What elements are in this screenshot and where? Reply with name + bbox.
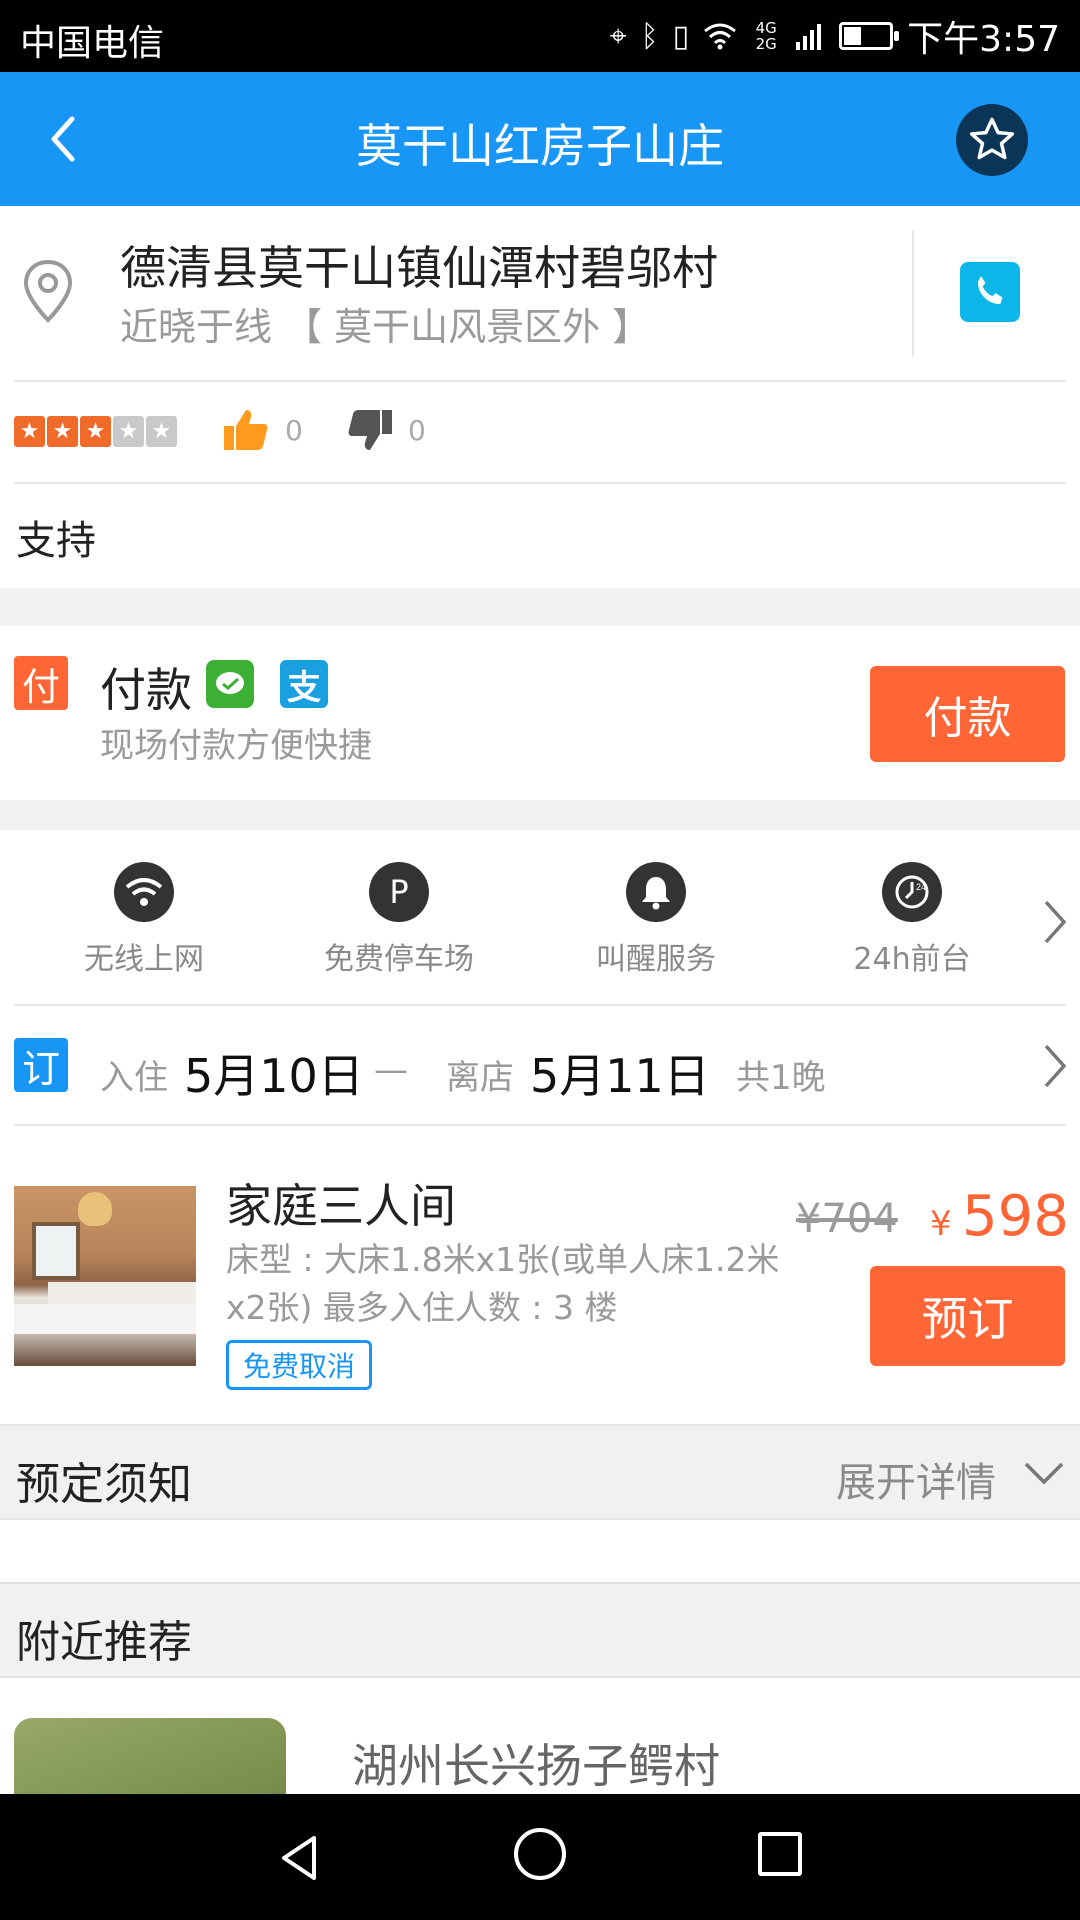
date-separator: — [374,1050,408,1090]
room-card[interactable]: 家庭三人间 床型 : 大床1.8米x1张(或单人床1.2米x2张) 最多入住人数… [0,1126,1080,1424]
signal-icon [796,24,822,50]
payment-title: 付款 [100,663,192,717]
wifi-status-icon [704,23,737,50]
book-button[interactable]: 预订 [870,1266,1065,1366]
divider [912,230,914,356]
room-price: 598 [962,1184,1069,1249]
battery-level [844,27,861,45]
room-photo-window [32,1222,80,1280]
room-description: 床型 : 大床1.8米x1张(或单人床1.2米x2张) 最多入住人数 : 3 楼 [226,1240,780,1327]
system-nav-bar [0,1794,1080,1920]
pay-badge: 付 [14,656,68,710]
battery-icon [839,22,900,50]
app-header: 莫干山红房子山庄 [0,72,1080,206]
status-bar: 中国电信 ⌖ ᛒ ▯ 4G 2G 下午3:57 [0,0,1080,72]
pay-button[interactable]: 付款 [870,666,1065,762]
amenity-wifi: 无线上网 [24,862,264,978]
chevron-down-icon[interactable] [1022,1454,1066,1494]
rating-section: ★ ★ ★ ★ ★ 0 0 [0,384,1080,482]
bell-icon [626,862,686,922]
bluetooth-icon: ᛒ [640,18,659,54]
star-empty-icon: ★ [113,416,144,447]
chevron-right-icon[interactable] [1040,898,1070,946]
network-type-label: 4G 2G [755,19,777,53]
star-empty-icon: ★ [146,416,177,447]
room-photo-lamp [78,1192,112,1226]
divider [14,380,1066,382]
payment-section: 付 付款 支 现场付款方便快捷 付款 [0,626,1080,800]
nearby-photo[interactable] [14,1718,286,1794]
address-section[interactable]: 德清县莫干山镇仙潭村碧邬村 近晓于线 【 莫干山风景区外 】 [0,206,1080,382]
dislike-count: 0 [408,414,426,447]
vibrate-icon: ▯ [672,18,690,54]
payment-subtitle: 现场付款方便快捷 [100,726,372,766]
expand-details-link[interactable]: 展开详情 [836,1450,996,1508]
section-gap [0,800,1080,830]
notice-title: 预定须知 [16,1459,192,1510]
nearby-header: 附近推荐 [0,1582,1080,1678]
order-badge: 订 [14,1038,68,1092]
nav-recent-apps-icon[interactable] [758,1832,802,1876]
star-filled-icon: ★ [47,416,78,447]
amenity-24h-desk: 24 24h前台 [792,862,1032,978]
divider [14,482,1066,484]
location-pin-icon [23,259,73,323]
price-currency: ¥ [930,1204,952,1244]
status-icons: ⌖ ᛒ ▯ 4G 2G 下午3:57 [609,12,1060,61]
thumbs-up-icon[interactable] [222,406,270,454]
amenity-label: 24h前台 [853,942,971,977]
carrier-label: 中国电信 [20,23,165,64]
star-filled-icon: ★ [80,416,111,447]
checkin-label: 入住 [100,1058,168,1098]
nav-home-icon[interactable] [514,1828,566,1880]
nearby-name: 湖州长兴扬子鳄村 [352,1739,720,1793]
checkin-date: 5月10日 [184,1049,364,1103]
amenity-label: 叫醒服务 [596,942,716,977]
svg-text:24: 24 [916,882,926,892]
call-button[interactable] [960,262,1020,322]
amenity-wake-up: 叫醒服务 [536,862,776,978]
back-button[interactable] [40,97,124,181]
room-name: 家庭三人间 [226,1179,456,1233]
wechat-pay-icon [206,660,254,708]
free-cancel-tag: 免费取消 [226,1340,373,1390]
address-sub: 近晓于线 【 莫干山风景区外 】 [120,305,651,349]
room-photo-bed [14,1304,196,1334]
like-count: 0 [285,414,303,447]
address-main: 德清县莫干山镇仙潭村碧邬村 [120,241,718,295]
star-outline-icon [969,117,1015,160]
star-rating: ★ ★ ★ ★ ★ [14,416,177,447]
booking-notice-bar[interactable]: 预定须知 展开详情 [0,1424,1080,1520]
amenity-label: 免费停车场 [324,942,474,977]
nearby-item[interactable]: 湖州长兴扬子鳄村 [0,1680,1080,1794]
amenities-section[interactable]: 无线上网 P 免费停车场 叫醒服务 24 24h前台 [0,830,1080,1004]
thumbs-down-icon[interactable] [346,406,394,454]
clock-24-icon: 24 [882,862,942,922]
alipay-icon: 支 [280,660,328,708]
booking-dates-section[interactable]: 订 入住 5月10日 — 离店 5月11日 共1晚 [0,1006,1080,1124]
parking-icon: P [369,862,429,922]
amenity-parking: P 免费停车场 [279,862,519,978]
support-text: 支持 [16,518,96,564]
room-photo[interactable] [14,1186,196,1366]
clock-label: 下午3:57 [907,19,1060,60]
nearby-title: 附近推荐 [16,1617,192,1668]
nav-back-icon[interactable] [274,1832,326,1884]
wifi-icon [114,862,174,922]
section-gap [0,588,1080,626]
chevron-right-icon [1044,1044,1067,1088]
checkout-date: 5月11日 [530,1049,710,1103]
checkout-label: 离店 [446,1058,514,1098]
phone-icon [977,276,1003,305]
original-price: ¥704 [796,1196,898,1242]
chevron-left-icon [51,116,75,162]
star-filled-icon: ★ [14,416,45,447]
favorite-button[interactable] [956,104,1028,176]
amenity-label: 无线上网 [84,942,204,977]
page-title: 莫干山红房子山庄 [356,119,724,173]
location-status-icon: ⌖ [609,18,627,54]
nights-count: 共1晚 [736,1058,826,1098]
